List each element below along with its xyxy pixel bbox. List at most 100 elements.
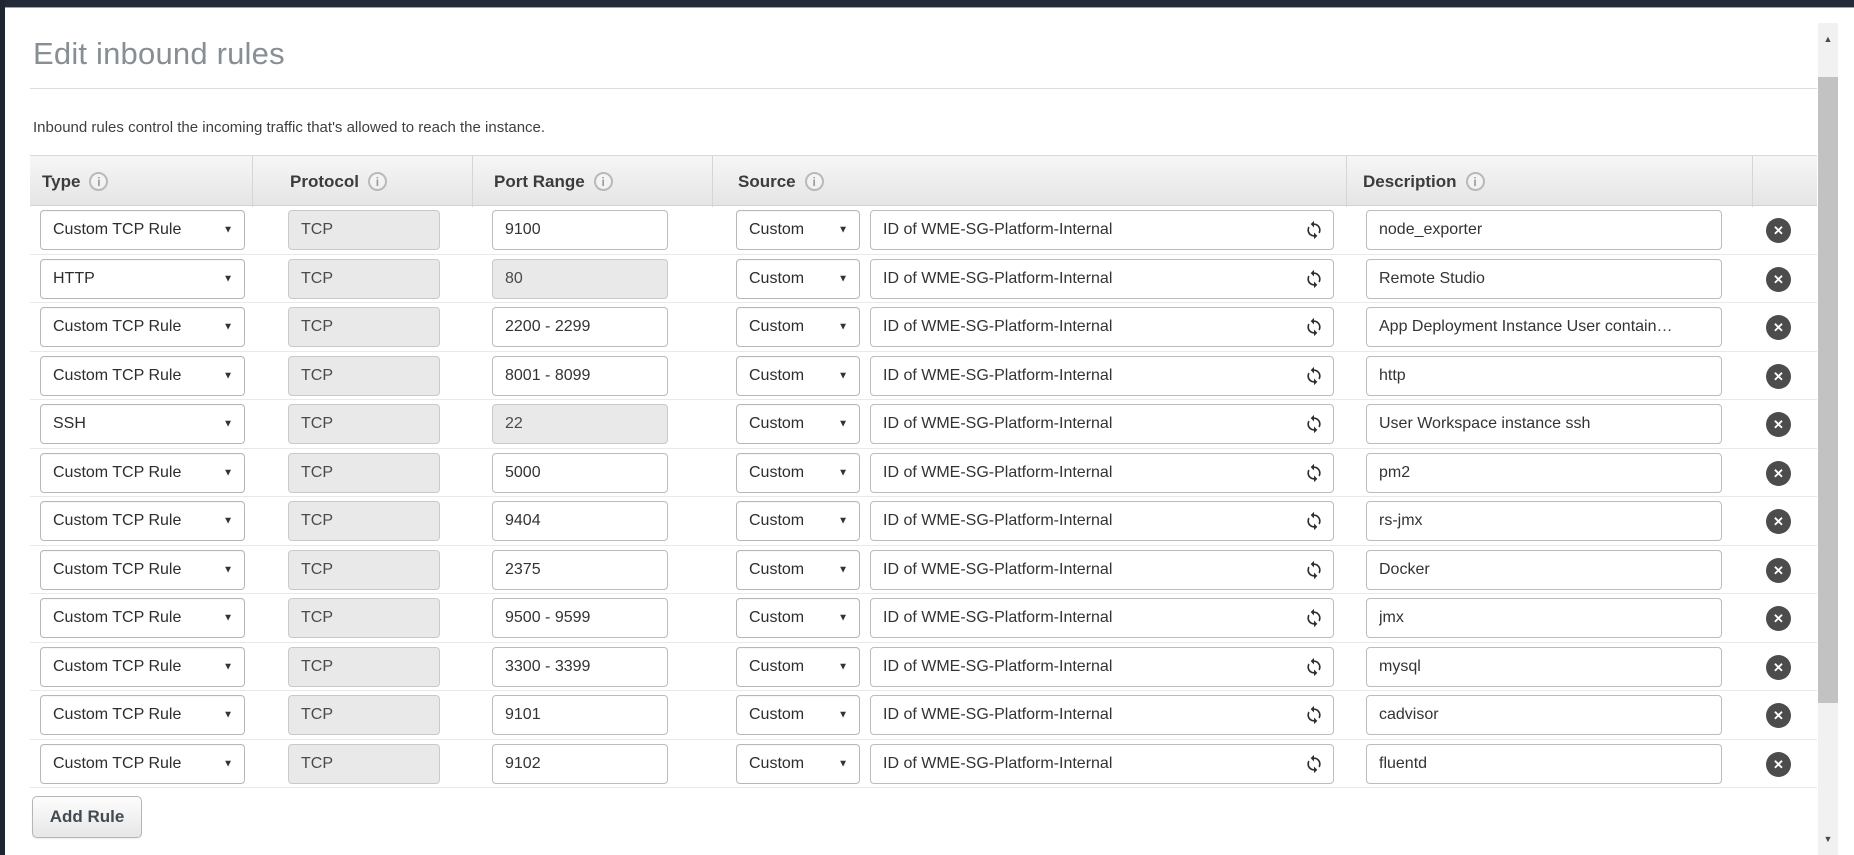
delete-rule-button[interactable]: ✕ <box>1766 267 1791 292</box>
vertical-scrollbar[interactable]: ▲ ▼ <box>1818 23 1838 855</box>
refresh-icon[interactable] <box>1304 705 1324 725</box>
description-input[interactable] <box>1366 598 1722 638</box>
refresh-icon[interactable] <box>1304 463 1324 483</box>
scrollbar-thumb[interactable] <box>1818 77 1838 703</box>
source-input[interactable] <box>870 307 1334 347</box>
source-input[interactable] <box>870 210 1334 250</box>
port-range-input[interactable] <box>492 210 668 250</box>
type-select[interactable]: Custom TCP Rule ▼ <box>40 647 245 687</box>
info-icon[interactable]: i <box>1466 172 1485 191</box>
scrollbar-up-arrow[interactable]: ▲ <box>1818 29 1838 49</box>
source-input[interactable] <box>870 598 1334 638</box>
delete-rule-button[interactable]: ✕ <box>1766 655 1791 680</box>
source-type-select[interactable]: Custom ▼ <box>736 404 860 444</box>
source-input[interactable] <box>870 501 1334 541</box>
type-select[interactable]: Custom TCP Rule ▼ <box>40 453 245 493</box>
delete-rule-button[interactable]: ✕ <box>1766 364 1791 389</box>
description-input[interactable] <box>1366 356 1722 396</box>
type-select[interactable]: Custom TCP Rule ▼ <box>40 307 245 347</box>
source-input[interactable] <box>870 453 1334 493</box>
port-range-input[interactable] <box>492 453 668 493</box>
refresh-icon[interactable] <box>1304 317 1324 337</box>
type-select[interactable]: Custom TCP Rule ▼ <box>40 210 245 250</box>
description-input[interactable] <box>1366 744 1722 784</box>
add-rule-button[interactable]: Add Rule <box>32 796 142 838</box>
source-field <box>870 210 1334 250</box>
source-type-select[interactable]: Custom ▼ <box>736 356 860 396</box>
port-range-input[interactable] <box>492 307 668 347</box>
header-separator <box>1346 156 1347 207</box>
refresh-icon[interactable] <box>1304 220 1324 240</box>
source-type-select[interactable]: Custom ▼ <box>736 501 860 541</box>
port-range-input[interactable] <box>492 356 668 396</box>
description-input[interactable] <box>1366 501 1722 541</box>
refresh-icon[interactable] <box>1304 560 1324 580</box>
source-type-select[interactable]: Custom ▼ <box>736 744 860 784</box>
description-input[interactable] <box>1366 647 1722 687</box>
description-input[interactable] <box>1366 453 1722 493</box>
source-input[interactable] <box>870 695 1334 735</box>
description-input[interactable] <box>1366 550 1722 590</box>
info-icon[interactable]: i <box>805 172 824 191</box>
source-type-select[interactable]: Custom ▼ <box>736 453 860 493</box>
refresh-icon[interactable] <box>1304 511 1324 531</box>
delete-rule-button[interactable]: ✕ <box>1766 606 1791 631</box>
delete-rule-button[interactable]: ✕ <box>1766 509 1791 534</box>
source-field <box>870 501 1334 541</box>
source-input[interactable] <box>870 356 1334 396</box>
type-select[interactable]: Custom TCP Rule ▼ <box>40 744 245 784</box>
source-input[interactable] <box>870 259 1334 299</box>
delete-rule-button[interactable]: ✕ <box>1766 752 1791 777</box>
delete-rule-button[interactable]: ✕ <box>1766 558 1791 583</box>
delete-rule-button[interactable]: ✕ <box>1766 218 1791 243</box>
info-icon[interactable]: i <box>594 172 613 191</box>
source-type-select[interactable]: Custom ▼ <box>736 695 860 735</box>
source-type-select[interactable]: Custom ▼ <box>736 647 860 687</box>
source-input[interactable] <box>870 404 1334 444</box>
source-input[interactable] <box>870 550 1334 590</box>
refresh-icon[interactable] <box>1304 269 1324 289</box>
source-input[interactable] <box>870 744 1334 784</box>
rule-row: Custom TCP Rule ▼ Custom ▼ ✕ <box>30 740 1817 789</box>
description-input[interactable] <box>1366 695 1722 735</box>
port-range-input[interactable] <box>492 695 668 735</box>
port-range-input[interactable] <box>492 501 668 541</box>
delete-rule-button[interactable]: ✕ <box>1766 412 1791 437</box>
source-type-select[interactable]: Custom ▼ <box>736 598 860 638</box>
refresh-icon[interactable] <box>1304 608 1324 628</box>
delete-rule-button[interactable]: ✕ <box>1766 315 1791 340</box>
description-input[interactable] <box>1366 404 1722 444</box>
port-range-input[interactable] <box>492 550 668 590</box>
refresh-icon[interactable] <box>1304 366 1324 386</box>
delete-rule-button[interactable]: ✕ <box>1766 461 1791 486</box>
refresh-icon[interactable] <box>1304 414 1324 434</box>
chevron-down-icon: ▼ <box>838 467 848 478</box>
info-icon[interactable]: i <box>89 172 108 191</box>
source-type-select[interactable]: Custom ▼ <box>736 307 860 347</box>
description-input[interactable] <box>1366 307 1722 347</box>
type-select[interactable]: Custom TCP Rule ▼ <box>40 598 245 638</box>
source-type-select[interactable]: Custom ▼ <box>736 210 860 250</box>
type-select[interactable]: Custom TCP Rule ▼ <box>40 501 245 541</box>
port-range-input[interactable] <box>492 647 668 687</box>
source-type-select[interactable]: Custom ▼ <box>736 550 860 590</box>
delete-rule-button[interactable]: ✕ <box>1766 703 1791 728</box>
refresh-icon[interactable] <box>1304 657 1324 677</box>
type-select[interactable]: Custom TCP Rule ▼ <box>40 695 245 735</box>
description-input[interactable] <box>1366 210 1722 250</box>
port-range-input[interactable] <box>492 598 668 638</box>
refresh-icon[interactable] <box>1304 754 1324 774</box>
rules-table-body: Custom TCP Rule ▼ Custom ▼ ✕ <box>30 206 1817 788</box>
type-select[interactable]: SSH ▼ <box>40 404 245 444</box>
type-select[interactable]: HTTP ▼ <box>40 259 245 299</box>
info-icon[interactable]: i <box>368 172 387 191</box>
type-select[interactable]: Custom TCP Rule ▼ <box>40 356 245 396</box>
column-header-type: Type i <box>42 156 108 207</box>
source-input[interactable] <box>870 647 1334 687</box>
description-input[interactable] <box>1366 259 1722 299</box>
source-type-select[interactable]: Custom ▼ <box>736 259 860 299</box>
source-field <box>870 598 1334 638</box>
port-range-input[interactable] <box>492 744 668 784</box>
type-select[interactable]: Custom TCP Rule ▼ <box>40 550 245 590</box>
scrollbar-down-arrow[interactable]: ▼ <box>1818 829 1838 849</box>
